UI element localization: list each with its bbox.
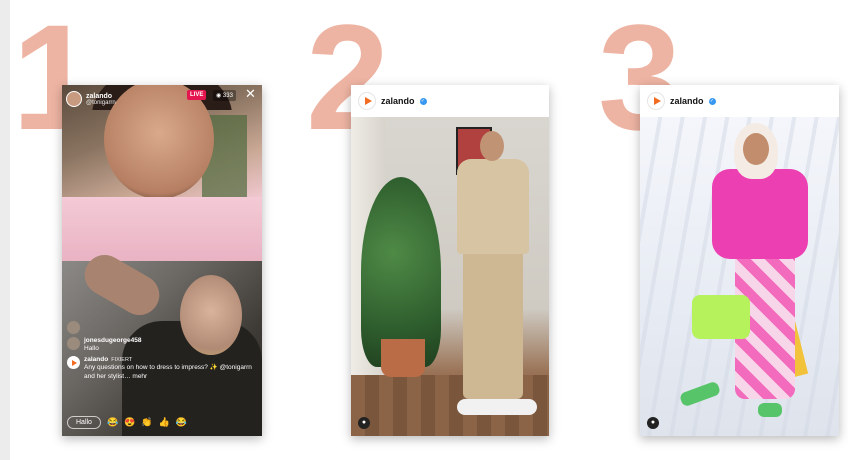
tag-icon[interactable]: ● (358, 417, 370, 429)
live-username[interactable]: zalando (86, 93, 116, 100)
model-sneakers (457, 399, 537, 415)
live-comments: jonesdugeorge458 Hallo zalando FIXIERT An… (67, 321, 257, 384)
instagram-post-2: zalando ✓ ● (351, 85, 549, 436)
host-face (104, 85, 214, 199)
emoji-reaction[interactable]: 👏 (141, 417, 152, 428)
pinned-label: FIXIERT (111, 357, 133, 364)
viewer-count: 333 (222, 93, 233, 99)
eye-icon: ◉ (216, 93, 223, 99)
green-handbag (692, 295, 750, 339)
plant-pot (381, 339, 425, 377)
verified-badge-icon: ✓ (708, 97, 716, 105)
comment-text: Hallo (84, 345, 99, 353)
left-edge-strip (0, 0, 10, 460)
emoji-reaction[interactable]: 😍 (124, 417, 135, 428)
verified-badge-icon: ✓ (419, 97, 427, 105)
comment-author: zalando (84, 356, 109, 364)
model-shoe (758, 403, 782, 417)
live-stream-screen: zalando @tonigarrn LIVE ◉ 333 ✕ jonesdug… (62, 85, 262, 436)
host-shirt (62, 197, 262, 261)
instagram-post-3: zalando ✓ ● (640, 85, 839, 436)
live-badge: LIVE (187, 90, 207, 100)
live-top-video (62, 85, 262, 261)
emoji-reaction[interactable]: 😂 (107, 417, 118, 428)
model-jacket (457, 159, 529, 254)
post-header[interactable]: zalando ✓ (351, 85, 549, 117)
list-item (67, 321, 257, 334)
model-head (480, 131, 504, 161)
viewer-count-badge: ◉ 333 (213, 90, 236, 101)
tag-icon[interactable]: ● (647, 417, 659, 429)
emoji-reaction[interactable]: 👍 (159, 417, 170, 428)
post-username[interactable]: zalando (381, 96, 415, 106)
emoji-reaction[interactable]: 😂 (176, 417, 187, 428)
post-photo[interactable] (640, 117, 839, 436)
close-icon[interactable]: ✕ (245, 87, 256, 100)
post-photo[interactable] (351, 117, 549, 436)
post-header[interactable]: zalando ✓ (640, 85, 839, 117)
model-trousers (463, 249, 523, 399)
comment-author: jonesdugeorge458 (84, 337, 142, 344)
model-head (743, 133, 769, 165)
live-guest-handle[interactable]: @tonigarrn (86, 100, 116, 106)
list-item: jonesdugeorge458 Hallo (67, 337, 257, 353)
model-jacket (712, 169, 808, 259)
zalando-logo-icon (67, 356, 80, 370)
quick-reply-chip[interactable]: Hallo (67, 415, 101, 429)
post-username[interactable]: zalando (670, 96, 704, 106)
zalando-logo-icon[interactable] (358, 92, 376, 110)
list-item: zalando FIXIERT Any questions on how to d… (67, 356, 257, 380)
reaction-bar: Hallo 😂 😍 👏 👍 😂 (67, 414, 257, 430)
comment-text[interactable]: Any questions on how to dress to impress… (84, 364, 257, 380)
zalando-logo-icon[interactable] (647, 92, 665, 110)
avatar[interactable] (66, 91, 82, 107)
avatar (67, 321, 80, 334)
avatar (67, 337, 80, 350)
live-header[interactable]: zalando @tonigarrn (66, 89, 116, 109)
